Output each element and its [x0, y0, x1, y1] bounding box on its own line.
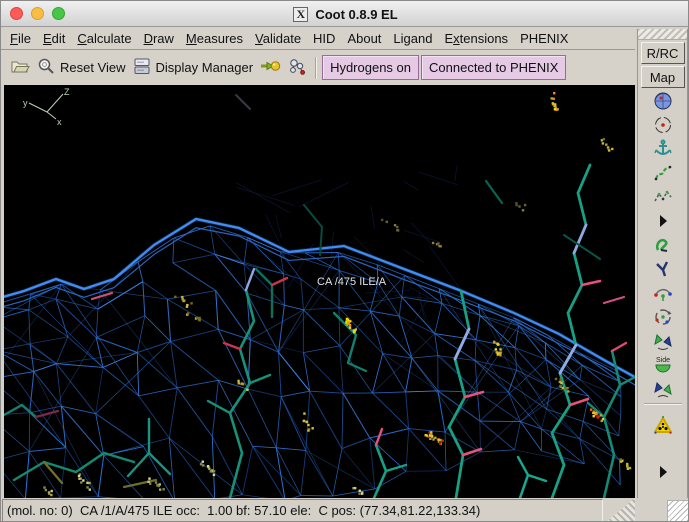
map-label: Map	[649, 69, 676, 85]
torsion-general-icon[interactable]	[650, 305, 676, 328]
folder-open-icon	[10, 56, 30, 79]
expander-more-icon[interactable]	[650, 209, 676, 232]
menu-phenix[interactable]: PHENIX	[514, 29, 574, 48]
svg-text:Z: Z	[64, 87, 70, 97]
auto-fit-rotamer-icon[interactable]	[650, 233, 676, 256]
atom-label: CA /475 ILE/A	[317, 276, 387, 288]
statusbar: (mol. no: 0) CA /1/A/475 ILE occ: 1.00 b…	[1, 498, 688, 521]
status-text: (mol. no: 0) CA /1/A/475 ILE occ: 1.00 b…	[7, 503, 481, 518]
menubar: File Edit Calculate Draw Measures Validate HID…	[1, 27, 635, 50]
sidebar-tools: Side	[638, 88, 687, 483]
menu-calculate[interactable]: Calculate	[71, 29, 137, 48]
menu-about[interactable]: About	[341, 29, 387, 48]
menu-extensions[interactable]: Extensions	[438, 29, 514, 48]
jed-flip-icon[interactable]	[650, 377, 676, 400]
window-resize-grip[interactable]	[667, 500, 688, 521]
reset-view-button[interactable]: Reset View	[33, 54, 129, 81]
target-recentre-icon[interactable]	[650, 113, 676, 136]
sidebar-separator	[643, 403, 682, 405]
graphics-canvas[interactable]: Zy x CA /475 ILE/A	[1, 85, 650, 502]
edit-chi-angles-icon[interactable]	[650, 281, 676, 304]
modelling-sidebar: R/RC Map Side	[637, 29, 688, 504]
svg-text:Side: Side	[655, 357, 669, 364]
titlebar[interactable]: X Coot 0.8.9 EL	[1, 1, 688, 27]
phenix-connection-button[interactable]: Connected to PHENIX	[421, 55, 567, 80]
side-chain-flip-button[interactable]: Side	[650, 353, 676, 376]
display-manager-button[interactable]: Display Manager	[129, 54, 257, 81]
menu-measures[interactable]: Measures	[180, 29, 249, 48]
hydrogens-toggle-button[interactable]: Hydrogens on	[322, 55, 420, 80]
menu-ligand[interactable]: Ligand	[387, 29, 438, 48]
hydrogens-label: Hydrogens on	[330, 60, 412, 75]
rigid-body-ribbon-icon[interactable]	[650, 161, 676, 184]
rrc-label: R/RC	[646, 45, 679, 61]
rotate-translate-zigzag-icon[interactable]	[650, 185, 676, 208]
map-button[interactable]: Map	[640, 66, 685, 88]
toolbar: Reset View Display Manager Hydrogens on …	[1, 50, 635, 85]
minimize-button[interactable]	[31, 7, 44, 20]
window-title: Coot 0.8.9 EL	[315, 6, 398, 22]
toolbar-separator	[315, 56, 318, 79]
menu-hid[interactable]: HID	[307, 29, 341, 48]
go-to-atom-button[interactable]	[256, 54, 284, 81]
go-to-atom-icon	[259, 56, 281, 79]
menu-draw[interactable]: Draw	[138, 29, 180, 48]
reset-view-label: Reset View	[60, 60, 126, 75]
display-manager-icon	[132, 56, 152, 79]
rrc-button[interactable]: R/RC	[640, 42, 685, 64]
molecule-icon	[287, 56, 307, 79]
flip-peptide-icon[interactable]	[650, 329, 676, 352]
status-box: (mol. no: 0) CA /1/A/475 ILE occ: 1.00 b…	[2, 499, 603, 521]
expander-bottom-icon[interactable]	[650, 460, 676, 483]
svg-text:x: x	[57, 117, 62, 127]
display-manager-label: Display Manager	[155, 60, 254, 75]
open-coordinates-button[interactable]	[7, 54, 33, 81]
svg-text:y: y	[23, 98, 28, 108]
menu-edit[interactable]: Edit	[37, 29, 71, 48]
trackball-refine-icon[interactable]	[650, 89, 676, 112]
close-button[interactable]	[10, 7, 23, 20]
gtk-resize-grip[interactable]	[605, 498, 635, 521]
menu-validate[interactable]: Validate	[249, 29, 307, 48]
magnifier-icon	[36, 56, 56, 79]
molecular-scene: Zy x CA /475 ILE/A	[1, 87, 650, 502]
x11-icon: X	[293, 6, 309, 22]
atom-info-button[interactable]	[284, 54, 310, 81]
coot-window: X Coot 0.8.9 EL File Edit Calculate Draw Mea…	[0, 0, 689, 522]
fix-atoms-anchor-icon[interactable]	[650, 137, 676, 160]
sidebar-drag-handle[interactable]	[638, 29, 687, 40]
hazard-mutate-icon[interactable]	[650, 413, 676, 436]
menu-file[interactable]: File	[4, 29, 37, 48]
zoom-button[interactable]	[52, 7, 65, 20]
phenix-label: Connected to PHENIX	[429, 60, 559, 75]
rotamers-icon[interactable]	[650, 257, 676, 280]
traffic-lights	[10, 7, 65, 20]
